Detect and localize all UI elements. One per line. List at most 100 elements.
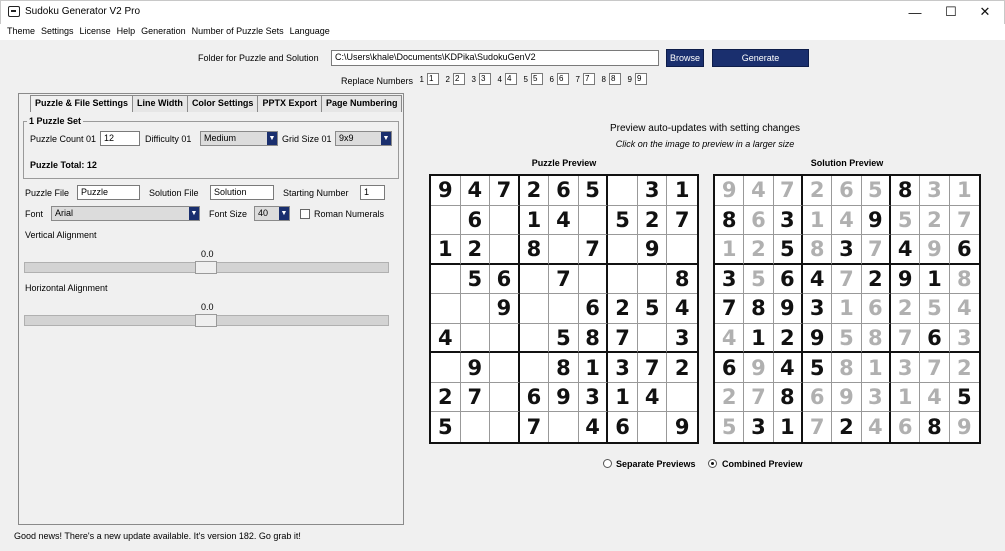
- sudoku-cell: 3: [803, 294, 833, 324]
- replace-number-input[interactable]: 7: [583, 73, 595, 85]
- sudoku-cell: [667, 235, 697, 265]
- replace-number-input[interactable]: 5: [531, 73, 543, 85]
- solution-file-input[interactable]: Solution: [210, 185, 274, 200]
- folder-path-input[interactable]: C:\Users\khale\Documents\KDPika\SudokuGe…: [331, 50, 659, 66]
- sudoku-cell: 2: [744, 235, 774, 265]
- font-value: Arial: [55, 208, 74, 218]
- font-size-label: Font Size: [209, 209, 248, 219]
- sudoku-cell: 3: [891, 353, 921, 383]
- sudoku-cell: 7: [920, 353, 950, 383]
- sudoku-cell: 9: [431, 176, 461, 206]
- sudoku-cell: 7: [549, 264, 579, 295]
- replace-number-input[interactable]: 8: [609, 73, 621, 85]
- sudoku-cell: 5: [608, 205, 638, 236]
- replace-number-input[interactable]: 2: [453, 73, 465, 85]
- sudoku-cell: 4: [949, 294, 979, 324]
- starting-number-input[interactable]: 1: [360, 185, 385, 200]
- grid-size-select[interactable]: 9x9 ▼: [335, 131, 392, 146]
- replace-number-label: 8: [601, 74, 606, 84]
- replace-number-input[interactable]: 1: [427, 73, 439, 85]
- sudoku-cell: 7: [891, 323, 921, 354]
- window-title: Sudoku Generator V2 Pro: [25, 6, 141, 17]
- maximize-icon: ☐: [945, 4, 957, 19]
- menu-theme[interactable]: Theme: [6, 24, 40, 40]
- sudoku-cell: 2: [773, 323, 803, 354]
- sudoku-cell: [637, 264, 668, 295]
- separate-previews-label: Separate Previews: [616, 459, 696, 469]
- sudoku-cell: 9: [861, 205, 891, 236]
- sudoku-cell: 9: [460, 353, 491, 383]
- puzzle-preview-grid[interactable]: 9472653161452712879567896254458739813722…: [429, 174, 699, 444]
- solution-preview-title: Solution Preview: [810, 158, 884, 168]
- puzzle-preview-title: Puzzle Preview: [531, 158, 597, 168]
- sudoku-cell: [519, 353, 550, 383]
- solution-preview-grid[interactable]: 9472658318631495271258374963564729187893…: [713, 174, 981, 444]
- tab-color-settings[interactable]: Color Settings: [186, 95, 259, 112]
- close-button[interactable]: ✕: [962, 0, 1005, 24]
- sudoku-cell: 7: [608, 323, 638, 354]
- sudoku-cell: 2: [891, 294, 921, 324]
- sudoku-cell: [431, 205, 461, 236]
- difficulty-value: Medium: [204, 133, 237, 143]
- sudoku-cell: 9: [674, 415, 690, 440]
- replace-number-input[interactable]: 6: [557, 73, 569, 85]
- combined-preview-radio[interactable]: [708, 459, 717, 468]
- browse-button[interactable]: Browse: [666, 49, 704, 67]
- font-size-select[interactable]: 40 ▼: [254, 206, 290, 221]
- horizontal-alignment-label: Horizontal Alignment: [25, 283, 108, 293]
- grid-size-label: Grid Size 01: [282, 134, 332, 144]
- chevron-down-icon: ▼: [381, 132, 391, 145]
- sudoku-cell: 7: [744, 382, 774, 413]
- sudoku-cell: [490, 412, 520, 442]
- separate-previews-radio[interactable]: [603, 459, 612, 468]
- tab-page-numbering[interactable]: Page Numbering: [320, 95, 403, 112]
- sudoku-cell: 1: [744, 323, 774, 354]
- sudoku-cell: [667, 383, 697, 413]
- chevron-down-icon: ▼: [189, 207, 199, 220]
- sudoku-cell: 7: [803, 412, 833, 442]
- tab-puzzle-file-settings[interactable]: Puzzle & File Settings: [30, 95, 134, 112]
- sudoku-cell: 1: [861, 353, 891, 383]
- preview-subheading: Click on the image to preview in a large…: [615, 139, 795, 149]
- sudoku-cell: 3: [637, 176, 668, 206]
- menu-number-of-puzzle-sets[interactable]: Number of Puzzle Sets: [191, 24, 289, 40]
- vertical-alignment-thumb[interactable]: [195, 261, 217, 274]
- menu-license[interactable]: License: [79, 24, 116, 40]
- tab-pptx-export[interactable]: PPTX Export: [257, 95, 322, 112]
- sudoku-cell: 7: [637, 353, 668, 383]
- sudoku-cell: 4: [803, 264, 833, 295]
- replace-number-label: 9: [627, 74, 632, 84]
- grid-size-value: 9x9: [339, 133, 354, 143]
- menu-generation[interactable]: Generation: [140, 24, 191, 40]
- combined-preview-label: Combined Preview: [722, 459, 803, 469]
- roman-numerals-checkbox[interactable]: [300, 209, 310, 219]
- puzzle-count-input[interactable]: 12: [100, 131, 140, 146]
- sudoku-cell: 9: [773, 294, 803, 324]
- vertical-alignment-label: Vertical Alignment: [25, 230, 97, 240]
- puzzle-file-input[interactable]: Puzzle: [77, 185, 140, 200]
- sudoku-cell: 9: [803, 323, 833, 354]
- tab-line-width[interactable]: Line Width: [132, 95, 188, 112]
- sudoku-cell: [549, 412, 579, 442]
- sudoku-cell: 3: [861, 382, 891, 413]
- chevron-down-icon: ▼: [267, 132, 277, 145]
- sudoku-cell: 5: [460, 264, 491, 295]
- sudoku-cell: 4: [920, 382, 950, 413]
- generate-button[interactable]: Generate: [712, 49, 809, 67]
- sudoku-cell: 8: [832, 353, 862, 383]
- sudoku-cell: 6: [549, 176, 579, 206]
- menu-language[interactable]: Language: [289, 24, 335, 40]
- replace-number-input[interactable]: 9: [635, 73, 647, 85]
- sudoku-cell: 9: [637, 235, 668, 265]
- difficulty-select[interactable]: Medium ▼: [200, 131, 278, 146]
- sudoku-cell: 6: [578, 294, 609, 324]
- replace-number-input[interactable]: 3: [479, 73, 491, 85]
- sudoku-cell: [490, 235, 520, 265]
- menu-settings[interactable]: Settings: [40, 24, 79, 40]
- replace-number-input[interactable]: 4: [505, 73, 517, 85]
- horizontal-alignment-thumb[interactable]: [195, 314, 217, 327]
- sudoku-cell: [460, 294, 491, 324]
- font-select[interactable]: Arial ▼: [51, 206, 200, 221]
- menu-help[interactable]: Help: [116, 24, 141, 40]
- sudoku-cell: 5: [949, 383, 979, 413]
